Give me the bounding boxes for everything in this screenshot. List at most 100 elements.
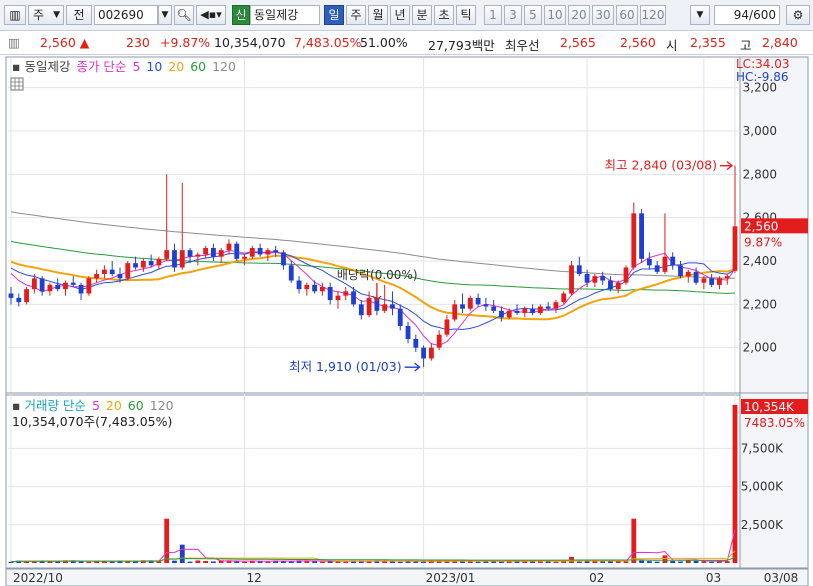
bar-count-field[interactable]: 94/600 xyxy=(714,5,780,25)
period-tab-0[interactable]: 일 xyxy=(324,5,344,25)
period-tab-1[interactable]: 주 xyxy=(346,5,366,25)
last-price-label: 2,560 xyxy=(744,219,778,233)
candle-body xyxy=(623,267,629,283)
candle-body xyxy=(724,276,730,279)
info-toggle-icon[interactable]: ▥ xyxy=(4,35,24,50)
candle-body xyxy=(475,297,481,305)
period-tab-3[interactable]: 년 xyxy=(390,5,410,25)
volume-bar xyxy=(670,560,676,563)
candle-body xyxy=(561,293,567,303)
volume-legend-bullet: ▪ xyxy=(12,398,24,413)
candle-body xyxy=(296,280,302,290)
speaker-icon[interactable]: ◀▪▾ xyxy=(196,5,226,25)
candle-body xyxy=(86,278,92,294)
candle-body xyxy=(460,304,465,309)
candle-body xyxy=(506,310,512,318)
interval-button-10[interactable]: 10 xyxy=(544,5,566,25)
interval-button-120[interactable]: 120 xyxy=(640,5,666,25)
candle-body xyxy=(172,250,177,268)
period-tab-5[interactable]: 초 xyxy=(434,5,454,25)
period-dropdown[interactable]: 주 ▼ xyxy=(28,5,64,25)
dividend-annotation: 배당락(0.00%) xyxy=(337,268,418,282)
volume-bar xyxy=(55,561,61,563)
price-legend-ma-5: 5 xyxy=(132,59,140,74)
volume-readout: 10,354,070주(7,483.05%) xyxy=(12,414,172,429)
settings-icon[interactable]: ⚙︎ xyxy=(786,5,810,25)
volume-bar xyxy=(109,561,115,563)
volume-bar xyxy=(234,561,240,563)
x-tick-label: 03/08 xyxy=(764,571,799,585)
period-tab-4[interactable]: 분 xyxy=(412,5,432,25)
volume-bar xyxy=(646,561,652,563)
volume-bar xyxy=(319,561,325,563)
high-value: 2,840 xyxy=(762,35,798,50)
interval-button-30[interactable]: 30 xyxy=(592,5,614,25)
candle-body xyxy=(117,274,123,279)
volume-bar xyxy=(366,561,372,563)
candle-body xyxy=(553,302,559,309)
best-quote-label: 최우선 xyxy=(505,38,540,53)
period-tab-6[interactable]: 틱 xyxy=(456,5,476,25)
volume-bar xyxy=(86,561,92,563)
candle-body xyxy=(717,278,722,285)
interval-button-3[interactable]: 3 xyxy=(504,5,522,25)
candle-body xyxy=(249,248,255,257)
candle-body xyxy=(179,250,185,268)
volume-bar xyxy=(678,561,683,563)
candle-body xyxy=(94,274,100,279)
stock-chart[interactable]: 2,0002,2002,4002,6002,8003,0003,200▪ 동일제… xyxy=(0,56,813,586)
price-tick-label: 2,200 xyxy=(743,297,777,311)
interval-button-20[interactable]: 20 xyxy=(568,5,590,25)
chart-background xyxy=(0,56,813,586)
candle-body xyxy=(732,226,738,271)
volume-bar xyxy=(210,561,216,563)
interval-button-60[interactable]: 60 xyxy=(616,5,638,25)
price-tick-label: 2,000 xyxy=(743,341,777,355)
turnover-rate: 51.00% xyxy=(360,35,408,50)
volume-bar xyxy=(133,561,138,563)
market-selector[interactable]: 전 xyxy=(66,5,92,25)
price-tick-label: 3,000 xyxy=(743,124,777,138)
x-tick-label: 03 xyxy=(706,571,721,585)
candle-body xyxy=(343,291,349,296)
price-change: 230 xyxy=(126,35,150,50)
volume-bar xyxy=(662,555,668,563)
candle-body xyxy=(685,271,691,277)
candle-body xyxy=(203,248,209,255)
stock-code-input[interactable]: 002690 xyxy=(94,5,158,25)
candle-body xyxy=(654,265,660,272)
candle-body xyxy=(514,310,520,313)
price-tick-label: 2,400 xyxy=(743,254,777,268)
interval-button-5[interactable]: 5 xyxy=(524,5,542,25)
volume-bar xyxy=(693,560,699,563)
volume-bar xyxy=(343,561,349,563)
volume-bar xyxy=(553,561,559,563)
candle-body xyxy=(499,310,504,318)
volume-tick-label: 7,500K xyxy=(741,441,784,455)
candle-body xyxy=(226,243,232,251)
candle-body xyxy=(218,250,224,257)
count-dropdown-icon[interactable]: ▼ xyxy=(690,5,710,25)
x-tick-label: 12 xyxy=(247,571,262,585)
candle-body xyxy=(631,213,637,268)
chart-menu-icon[interactable]: ▥ xyxy=(4,5,26,25)
volume-legend-label: 거래량 단순 xyxy=(24,398,85,413)
last-change-label: 9.87% xyxy=(744,235,782,249)
period-tab-2[interactable]: 월 xyxy=(368,5,388,25)
candle-body xyxy=(662,256,668,272)
code-dropdown-chevron-icon[interactable]: ▼ xyxy=(158,5,172,25)
high-label: 고 xyxy=(740,38,752,53)
candle-body xyxy=(522,308,528,313)
open-label: 시 xyxy=(666,38,678,53)
candle-body xyxy=(491,306,497,311)
candle-body xyxy=(608,280,613,290)
interval-button-1[interactable]: 1 xyxy=(484,5,502,25)
search-icon[interactable]: 🔍︎ xyxy=(174,5,194,25)
candle-body xyxy=(467,297,473,309)
trade-value: 27,793백만 xyxy=(428,38,495,53)
candle-body xyxy=(358,304,364,316)
volume-bar xyxy=(195,560,201,563)
volume-bar xyxy=(631,518,637,563)
volume-bar xyxy=(623,561,629,563)
stock-name-field[interactable]: 동일제강 xyxy=(250,5,320,25)
